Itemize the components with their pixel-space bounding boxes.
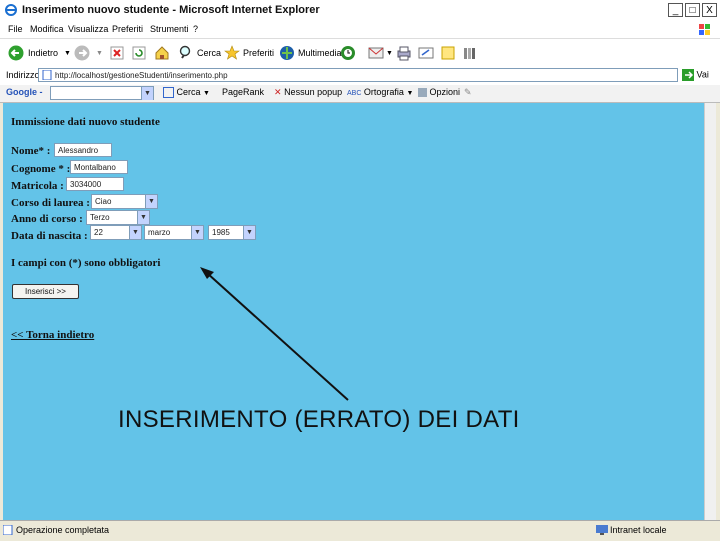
zone-text: Intranet locale bbox=[610, 525, 667, 535]
messenger-icon bbox=[441, 46, 455, 60]
multimedia-icon bbox=[280, 46, 294, 60]
search-button[interactable]: Cerca bbox=[178, 43, 221, 63]
menu-strumenti[interactable]: Strumenti bbox=[150, 24, 189, 34]
menu-visualizza[interactable]: Visualizza bbox=[68, 24, 108, 34]
favorites-label: Preferiti bbox=[243, 48, 275, 58]
popup-label: Nessun popup bbox=[284, 87, 343, 97]
options-icon bbox=[418, 88, 427, 98]
history-icon bbox=[341, 46, 355, 60]
stop-icon bbox=[110, 46, 124, 60]
history-button[interactable] bbox=[340, 43, 356, 63]
search-label: Cerca bbox=[197, 48, 222, 58]
forward-button[interactable]: ▼ bbox=[74, 43, 103, 63]
address-label: Indirizzo bbox=[6, 70, 40, 80]
research-button[interactable] bbox=[462, 43, 478, 63]
mail-icon bbox=[368, 47, 384, 59]
options-label: Opzioni bbox=[429, 87, 461, 97]
research-icon bbox=[464, 48, 475, 59]
google-brand[interactable]: Google - bbox=[6, 87, 43, 97]
spellcheck-icon: ABC bbox=[347, 90, 362, 97]
spellcheck-label: Ortografia bbox=[363, 87, 404, 97]
status-text: Operazione completata bbox=[16, 525, 110, 535]
standard-toolbar: Indietro ▼ ▼ Cerca Preferiti Multimedia bbox=[0, 38, 720, 69]
maximize-button[interactable]: □ bbox=[685, 3, 700, 17]
menu-bar: File Modifica Visualizza Preferiti Strum… bbox=[0, 22, 720, 38]
google-search-icon bbox=[163, 87, 174, 99]
mail-button[interactable]: ▼ bbox=[368, 43, 393, 63]
menu-help[interactable]: ? bbox=[193, 24, 198, 34]
status-page-icon bbox=[3, 525, 13, 535]
search-icon bbox=[179, 45, 191, 59]
edit-button[interactable] bbox=[418, 43, 434, 63]
page-icon bbox=[42, 70, 52, 80]
home-button[interactable] bbox=[154, 43, 170, 63]
google-search-input[interactable]: ▼ bbox=[50, 86, 154, 100]
refresh-icon bbox=[132, 46, 146, 60]
close-button[interactable]: X bbox=[702, 3, 717, 17]
annotation-arrow bbox=[200, 267, 349, 401]
forward-arrow-icon bbox=[74, 45, 90, 61]
options-button[interactable]: Opzioni bbox=[418, 87, 461, 98]
back-button[interactable]: Indietro ▼ bbox=[8, 43, 71, 63]
popup-blocker-button[interactable]: ✕ Nessun popup bbox=[274, 87, 342, 98]
print-button[interactable] bbox=[396, 43, 412, 63]
spellcheck-button[interactable]: ABC Ortografia ▼ bbox=[347, 87, 413, 97]
go-label: Vai bbox=[696, 69, 709, 80]
multimedia-label: Multimedia bbox=[298, 48, 342, 58]
google-toolbar: Google - ▼ Cerca ▼ PageRank ✕ Nessun pop… bbox=[0, 85, 720, 103]
back-label: Indietro bbox=[28, 48, 59, 58]
home-icon bbox=[155, 46, 169, 60]
address-url: http://localhost/gestioneStudenti/inseri… bbox=[55, 71, 228, 80]
print-icon bbox=[397, 46, 411, 61]
multimedia-button[interactable]: Multimedia bbox=[279, 43, 342, 63]
address-input[interactable]: http://localhost/gestioneStudenti/inseri… bbox=[38, 68, 678, 82]
favorites-star-icon bbox=[224, 45, 240, 60]
minimize-button[interactable]: _ bbox=[668, 3, 683, 17]
highlight-icon[interactable]: ✎ bbox=[464, 87, 472, 98]
pagerank-button[interactable]: PageRank bbox=[222, 87, 264, 97]
edit-icon bbox=[418, 47, 434, 59]
menu-preferiti[interactable]: Preferiti bbox=[112, 24, 143, 34]
browser-window: Inserimento nuovo studente - Microsoft I… bbox=[0, 0, 720, 541]
address-bar: Indirizzo http://localhost/gestioneStude… bbox=[0, 67, 720, 86]
windows-logo-icon bbox=[699, 24, 710, 35]
go-button[interactable]: Vai bbox=[682, 69, 709, 81]
popup-block-icon: ✕ bbox=[274, 87, 282, 97]
vertical-scrollbar[interactable] bbox=[704, 103, 716, 520]
menu-modifica[interactable]: Modifica bbox=[30, 24, 64, 34]
intranet-icon bbox=[596, 525, 608, 535]
google-search-label: Cerca bbox=[176, 87, 201, 97]
go-arrow-icon bbox=[682, 69, 694, 81]
stop-button[interactable] bbox=[110, 43, 124, 63]
page-content: Immissione dati nuovo studente Nome* : A… bbox=[3, 103, 716, 520]
back-arrow-icon bbox=[8, 45, 24, 61]
favorites-button[interactable]: Preferiti bbox=[224, 43, 274, 63]
status-bar: Operazione completata Intranet locale bbox=[0, 520, 720, 541]
menu-file[interactable]: File bbox=[8, 24, 23, 34]
title-bar: Inserimento nuovo studente - Microsoft I… bbox=[0, 0, 720, 23]
ie-logo-icon bbox=[5, 4, 17, 16]
refresh-button[interactable] bbox=[132, 43, 146, 63]
annotation-caption: INSERIMENTO (ERRATO) DEI DATI bbox=[118, 406, 520, 433]
google-search-button[interactable]: Cerca ▼ bbox=[163, 87, 210, 99]
pagerank-label: PageRank bbox=[222, 87, 265, 97]
window-title: Inserimento nuovo studente - Microsoft I… bbox=[22, 4, 320, 16]
messenger-button[interactable] bbox=[440, 43, 456, 63]
